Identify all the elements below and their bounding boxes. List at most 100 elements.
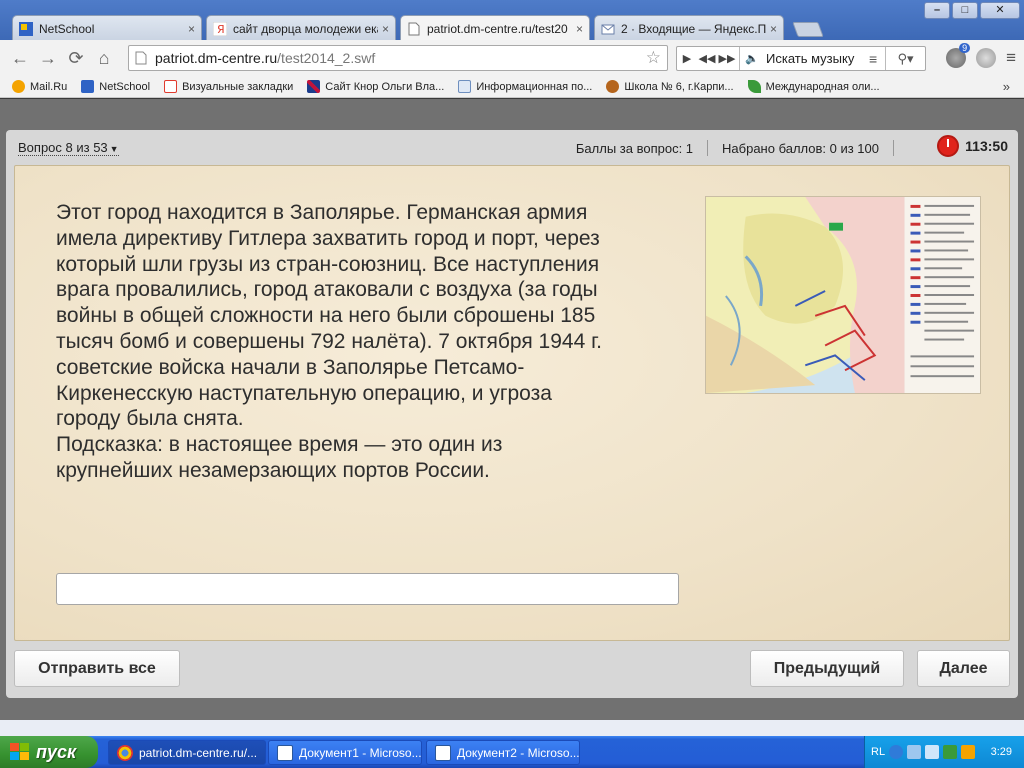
music-search-label[interactable]: Искать музыку [762,51,869,66]
browser-toolbar: ← → ⟳ ⌂ patriot.dm-centre.ru/test2014_2.… [0,40,1024,76]
netschool-icon [19,21,33,36]
uk-flag-icon [307,80,321,93]
yandex-icon [164,80,178,93]
tab-close-icon[interactable]: × [382,22,389,36]
address-bar[interactable]: patriot.dm-centre.ru/test2014_2.swf ☆ [128,45,668,71]
update-icon[interactable] [961,745,976,759]
expand-tray-icon[interactable] [889,745,904,759]
points-per-question: Баллы за вопрос: 1 [575,140,694,156]
taskbar-item-document2[interactable]: Документ2 - Microso... [426,740,580,765]
tab-patriot[interactable]: patriot.dm-centre.ru/test20 × [400,15,590,42]
bookmark-label: Международная оли... [765,80,880,93]
language-indicator[interactable]: RL [871,746,885,758]
score-panel: Баллы за вопрос: 1 Набрано баллов: 0 из … [576,140,908,156]
tab-label: сайт дворца молодежи ека [233,21,378,36]
bookmark-label: Mail.Ru [30,80,68,93]
svg-text:Я: Я [217,23,225,36]
taskbar-item-label: patriot.dm-centre.ru/... [139,745,258,760]
mailru-icon [12,80,25,93]
volume-icon[interactable] [925,745,940,759]
points-total: Набрано баллов: 0 из 100 [722,140,879,156]
page-icon [135,51,147,65]
clock: 3:29 [990,746,1012,758]
word-icon [277,744,293,761]
bookmark-visual[interactable]: Визуальные закладки [164,80,293,93]
send-all-button[interactable]: Отправить все [14,650,180,687]
tab-close-icon[interactable]: × [576,22,583,36]
tab-dvorets[interactable]: Я сайт дворца молодежи ека × [206,15,396,41]
yandex-icon: Я [213,21,227,36]
dropdown-caret-icon: ▼ [109,144,119,154]
bookmark-star-icon[interactable]: ☆ [646,48,661,68]
new-tab-button[interactable] [792,22,824,37]
question-line: городу была снята. [56,407,244,431]
hint-line: Подсказка: в настоящее время — это один … [56,433,503,457]
extension-icons: 9 ≡ [946,43,1016,68]
bookmark-mailru[interactable]: Mail.Ru [12,80,67,93]
bookmark-netschool[interactable]: NetSchool [81,80,150,93]
quiz-header: Вопрос 8 из 53 ▼ Баллы за вопрос: 1 Набра… [6,130,1018,164]
map-image [705,196,981,394]
home-icon[interactable]: ⌂ [90,44,118,72]
fast-forward-icon[interactable]: ▶▶ [717,52,737,65]
bookmark-info[interactable]: Информационная по... [458,80,592,93]
question-line: Киркенесскую наступательную операцию, и … [56,381,552,405]
tab-yandex-mail[interactable]: 2 · Входящие — Яндекс.По × [594,15,784,41]
background-window-strip [0,720,1024,736]
quiz-app: Вопрос 8 из 53 ▼ Баллы за вопрос: 1 Набра… [6,130,1018,698]
previous-button[interactable]: Предыдущий [750,650,904,687]
next-button[interactable]: Далее [917,650,1010,687]
bookmarks-bar: Mail.Ru NetSchool Визуальные закладки Са… [0,76,1024,98]
separator [893,140,894,156]
question-selector[interactable]: Вопрос 8 из 53 ▼ [18,140,119,156]
speaker-icon[interactable]: 🔈 [742,52,762,65]
network-icon[interactable] [907,745,922,759]
back-arrow-icon[interactable]: ← [6,44,34,72]
tab-label: NetSchool [39,21,95,36]
forward-arrow-icon[interactable]: → [34,44,62,72]
question-line: врага провалились, город атаковали с воз… [56,278,598,302]
taskbar-item-browser[interactable]: patriot.dm-centre.ru/... [108,740,266,765]
maximize-button[interactable]: □ [952,2,978,19]
menu-icon[interactable]: ≡ [1006,48,1016,68]
page-icon [458,80,472,93]
leaf-icon [747,80,761,93]
tab-close-icon[interactable]: × [188,22,195,36]
minimize-button[interactable]: – [924,2,950,19]
close-window-button[interactable]: ✕ [980,2,1020,19]
separator [739,47,740,70]
taskbar-item-document1[interactable]: Документ1 - Microso... [268,740,422,765]
timer: 113:50 [937,135,1008,157]
bookmark-label: Визуальные закладки [182,80,294,93]
bookmark-school6[interactable]: Школа № 6, г.Карпи... [606,80,734,93]
tab-close-icon[interactable]: × [770,22,777,36]
question-card: Этот город находится в Заполярье. Герман… [14,165,1010,641]
search-icon[interactable]: ⚲▾ [885,47,925,70]
start-button[interactable]: пуск [0,736,98,768]
bookmark-olympiad[interactable]: Международная оли... [747,80,880,93]
extension-badge[interactable]: 9 [946,43,971,68]
question-line: войны в общей сложности на него были сбр… [56,304,596,328]
question-line: тысяч бомб и совершены 792 налёта). 7 ок… [56,329,603,353]
system-tray: RL 3:29 [864,736,1024,768]
security-icon[interactable] [943,745,958,759]
question-counter: Вопрос 8 из 53 [18,140,108,155]
windows-taskbar: пуск patriot.dm-centre.ru/... Документ1 … [0,736,1024,768]
hint-line: крупнейших незамерзающих портов России. [56,458,490,482]
stopwatch-icon [937,135,960,157]
profile-icon[interactable] [976,48,997,68]
globe-icon [606,80,620,93]
bookmarks-more-icon[interactable]: » [1003,79,1010,94]
list-icon[interactable]: ≡ [869,51,885,67]
timer-value: 113:50 [965,138,1008,154]
bookmark-label: Сайт Кнор Ольги Вла... [325,80,445,93]
answer-input[interactable] [56,573,679,605]
bookmark-knor[interactable]: Сайт Кнор Ольги Вла... [307,80,444,93]
word-icon [435,744,451,761]
reload-icon[interactable]: ⟳ [62,44,90,72]
mail-icon [601,24,615,34]
extension-count-badge: 9 [959,43,971,53]
play-icon[interactable]: ▶ [677,52,697,65]
tab-netschool[interactable]: NetSchool × [12,15,202,41]
rewind-icon[interactable]: ◀◀ [697,52,717,65]
